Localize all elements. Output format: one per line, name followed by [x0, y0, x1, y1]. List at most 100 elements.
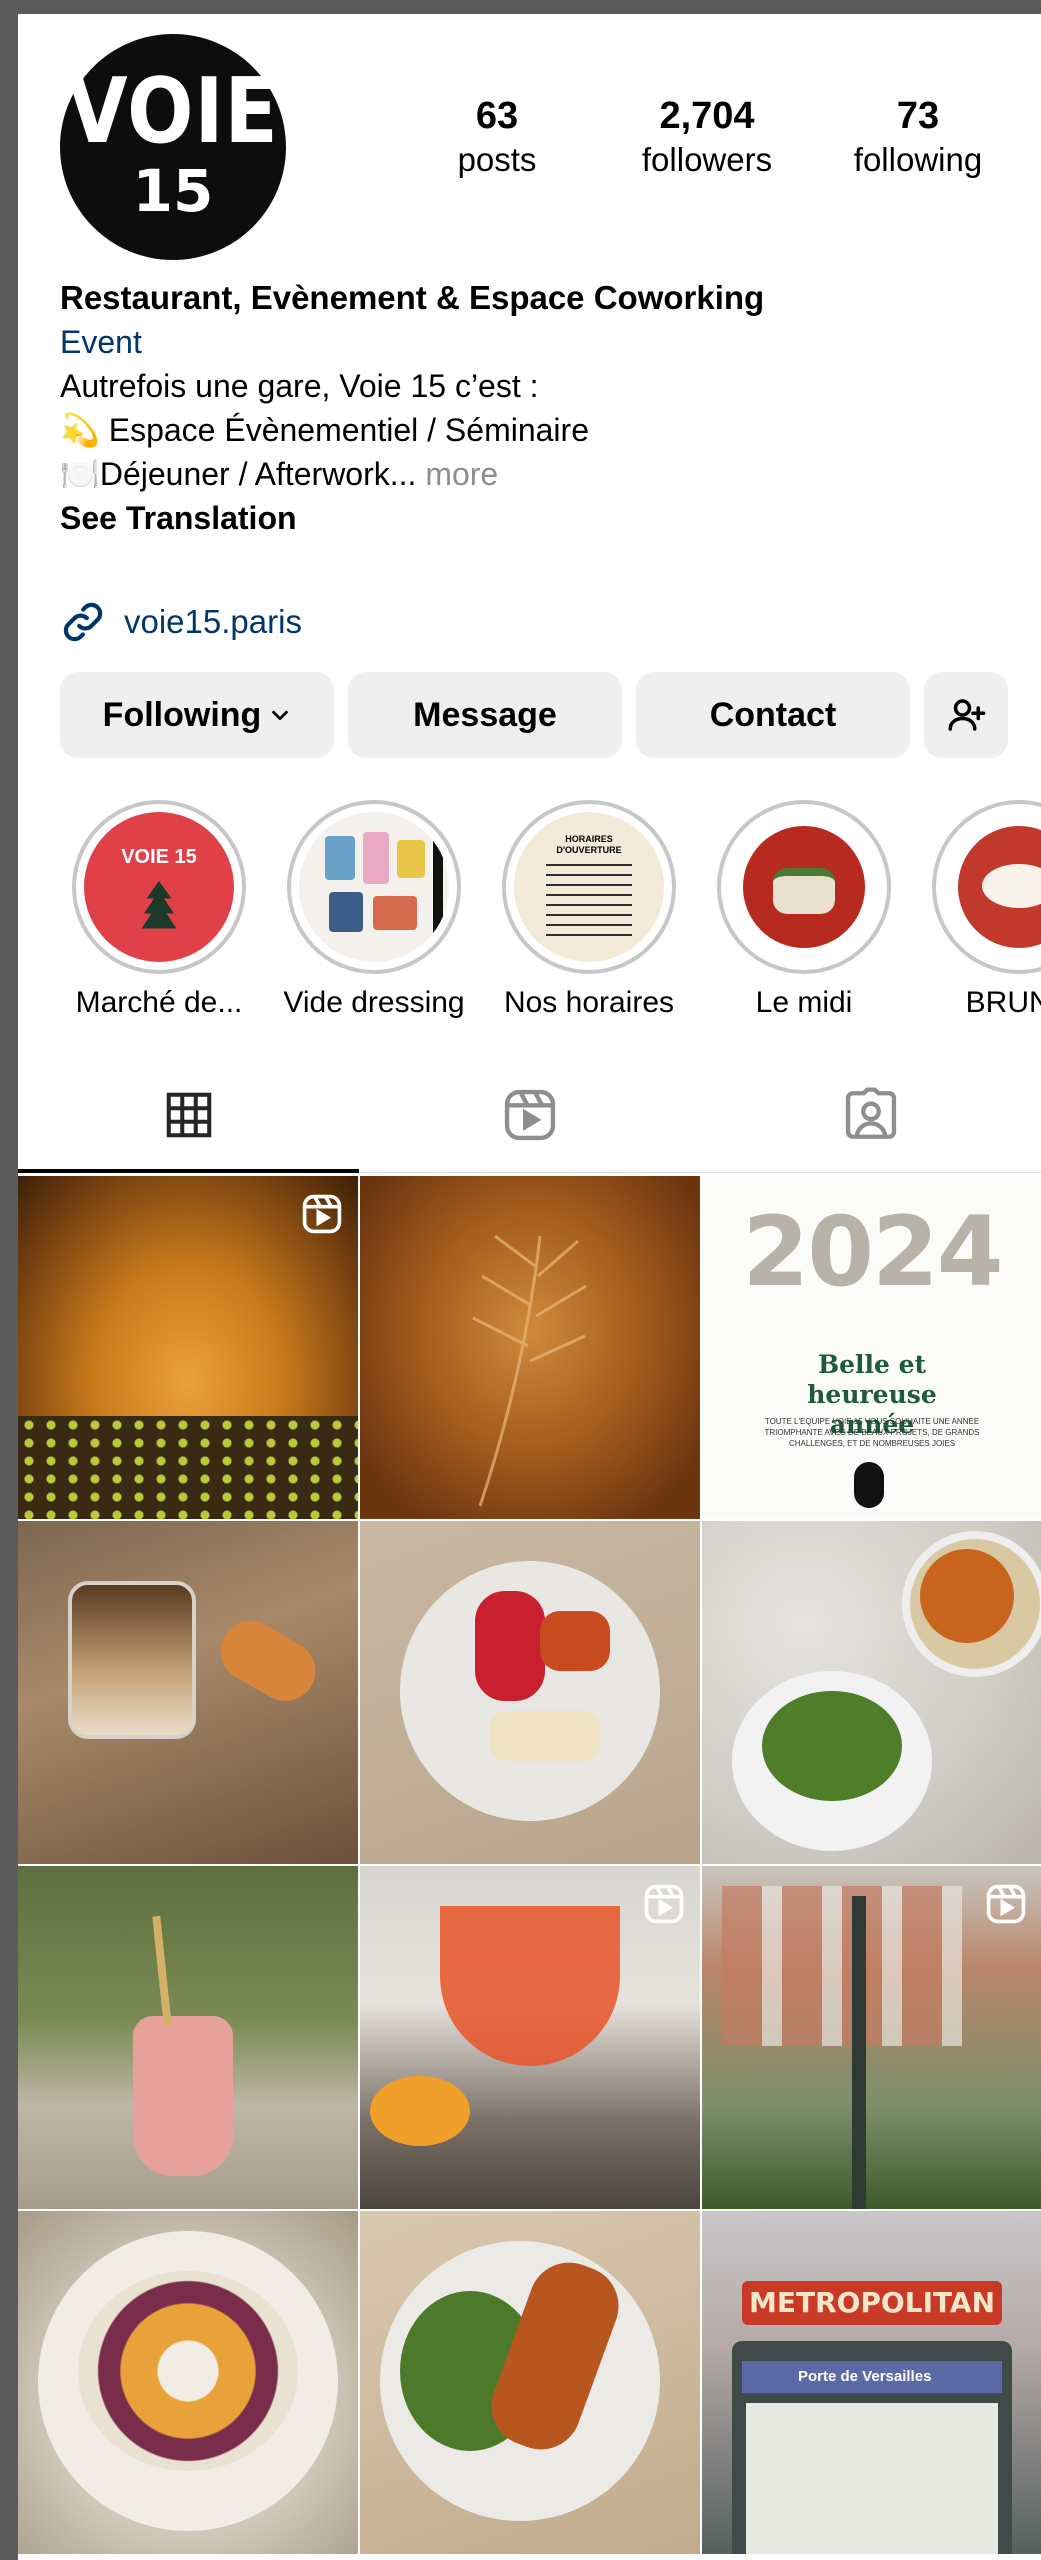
salad-shape	[762, 1691, 902, 1801]
soup-shape	[920, 1549, 1014, 1643]
reel-badge-icon	[644, 1884, 684, 1924]
clothing-shape	[397, 840, 425, 878]
see-translation-link[interactable]: See Translation	[60, 496, 1020, 540]
link-icon	[63, 602, 103, 642]
stat-followers-label: followers	[641, 141, 773, 178]
sandwich-shape	[773, 868, 835, 914]
post-thumbnail[interactable]	[360, 2211, 700, 2554]
profile-tabs	[18, 1060, 1041, 1170]
schedule-lines	[546, 864, 632, 938]
highlight-ring	[932, 800, 1041, 974]
contact-button[interactable]: Contact	[636, 672, 910, 758]
post-thumbnail[interactable]	[18, 1521, 358, 1864]
highlight-ring	[287, 800, 461, 974]
profile-website-link[interactable]: voie15.paris	[60, 592, 302, 652]
suggested-users-button[interactable]	[924, 672, 1008, 758]
highlight-nos-horaires[interactable]: HORAIRES D'OUVERTURE Nos horaires	[479, 800, 699, 1020]
pillar-shape	[852, 1896, 866, 2209]
profile-category[interactable]: Event	[60, 320, 1020, 364]
highlight-cover-text: VOIE 15	[121, 846, 197, 868]
cover-bar	[433, 812, 443, 962]
post-thumbnail[interactable]: METROPOLITAN Porte de Versailles	[702, 2211, 1041, 2554]
post-thumbnail[interactable]	[360, 1866, 700, 2209]
highlight-vide-dressing[interactable]: Vide dressing	[264, 800, 484, 1020]
highlight-le-midi[interactable]: Le midi	[694, 800, 914, 1020]
following-button[interactable]: Following	[60, 672, 334, 758]
building-facade	[722, 1886, 962, 2046]
stat-followers-count: 2,704	[659, 95, 755, 137]
contact-label: Contact	[709, 695, 837, 734]
orange-slice-shape	[370, 2076, 470, 2146]
reel-badge-icon	[986, 1884, 1026, 1924]
highlight-label: Nos horaires	[503, 986, 675, 1019]
clothing-shape	[325, 836, 355, 880]
smoothie-glass-shape	[133, 2016, 233, 2176]
highlight-ring: VOIE 15	[72, 800, 246, 974]
grid-icon	[166, 1092, 211, 1138]
post-thumbnail[interactable]	[702, 1866, 1041, 2209]
stat-following-count: 73	[896, 95, 940, 137]
highlight-ring	[717, 800, 891, 974]
jar-shape	[68, 1581, 196, 1739]
voie15-badge	[854, 1462, 884, 1508]
straw-shape	[152, 1915, 172, 2027]
metro-map-shape	[746, 2403, 998, 2554]
post-sub-text: TOUTE L'EQUIPE VOIE 15 VOUS SOUHAITE UNE…	[764, 1417, 980, 1448]
bio-more-link[interactable]: more	[425, 456, 498, 492]
profile-name: Restaurant, Evènement & Espace Coworking	[60, 279, 765, 316]
food-shape	[540, 1611, 610, 1671]
highlight-label: Le midi	[755, 986, 853, 1019]
clothing-shape	[363, 832, 389, 884]
highlight-cover	[729, 812, 879, 962]
pistachio-topping	[18, 1416, 358, 1519]
post-thumbnail[interactable]	[18, 1866, 358, 2209]
post-thumbnail[interactable]	[702, 1521, 1041, 1864]
profile-screen: VOIE 15 63 posts 2,704 followers 73 foll…	[18, 14, 1041, 2560]
post-thumbnail[interactable]: 2024 Belle et heureuse année TOUTE L'EQU…	[702, 1176, 1041, 1519]
active-tab-indicator	[18, 1169, 359, 1173]
bio-line-3: 🍽️Déjeuner / Afterwork...	[60, 456, 417, 492]
tab-grid[interactable]	[18, 1060, 359, 1170]
highlight-cover	[944, 812, 1041, 962]
highlight-label: Vide dressing	[283, 986, 465, 1019]
stat-posts-count: 63	[475, 95, 519, 137]
highlight-cover	[299, 812, 449, 962]
food-shape	[490, 1711, 600, 1761]
bio-line-2: 💫 Espace Évènementiel / Séminaire	[60, 412, 589, 448]
highlight-label: BRUNC	[965, 986, 1041, 1019]
christmas-tree-icon	[141, 881, 177, 929]
highlight-marche[interactable]: VOIE 15 Marché de...	[49, 800, 269, 1020]
stat-following[interactable]: 73 following	[808, 94, 1028, 182]
tab-reels[interactable]	[359, 1060, 700, 1170]
stat-following-label: following	[853, 141, 983, 178]
clothing-shape	[373, 896, 417, 930]
highlight-cover: VOIE 15	[84, 812, 234, 962]
tagged-icon	[845, 1087, 896, 1139]
post-metro-sign: METROPOLITAN	[742, 2281, 1002, 2325]
add-person-icon	[948, 699, 986, 731]
message-button[interactable]: Message	[348, 672, 622, 758]
post-thumbnail[interactable]	[18, 2211, 358, 2554]
stat-followers[interactable]: 2,704 followers	[597, 94, 817, 182]
message-label: Message	[413, 695, 557, 734]
following-label: Following	[102, 695, 262, 734]
website-link-text: voie15.paris	[124, 603, 302, 640]
profile-stats: 63 posts 2,704 followers 73 following	[18, 94, 1041, 194]
bio-line-1: Autrefois une gare, Voie 15 c’est :	[60, 368, 539, 404]
post-thumbnail[interactable]	[18, 1176, 358, 1519]
spritz-glass-shape	[440, 1906, 620, 2066]
stat-posts[interactable]: 63 posts	[387, 94, 607, 182]
jar-lid-shape	[209, 1610, 327, 1712]
post-thumbnail[interactable]	[360, 1176, 700, 1519]
highlight-brunch[interactable]: BRUNC	[909, 800, 1041, 1020]
highlight-ring: HORAIRES D'OUVERTURE	[502, 800, 676, 974]
post-station-name: Porte de Versailles	[742, 2361, 1002, 2393]
post-thumbnail[interactable]	[360, 1521, 700, 1864]
reels-icon	[504, 1089, 555, 1141]
chevron-down-icon	[272, 710, 289, 721]
post-year-text: 2024	[742, 1196, 1003, 1308]
clothing-shape	[329, 892, 363, 932]
highlight-cover-text: HORAIRES D'OUVERTURE	[556, 834, 622, 855]
tab-tagged[interactable]	[700, 1060, 1041, 1170]
reel-badge-icon	[302, 1194, 342, 1234]
